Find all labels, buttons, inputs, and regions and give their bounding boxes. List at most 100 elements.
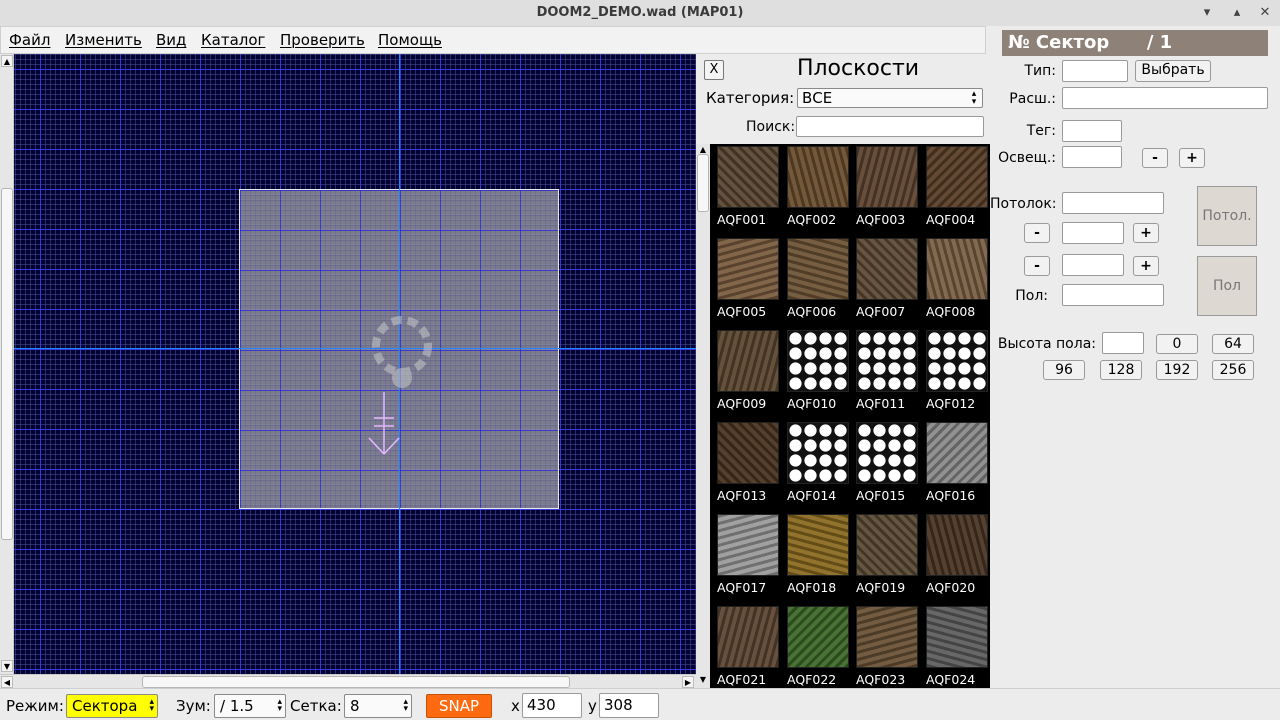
flat-texture-thumbnail	[717, 606, 779, 668]
flat-texture-thumbnail	[856, 422, 918, 484]
flat-item[interactable]: AQF007	[856, 238, 918, 322]
height-preset-128-button[interactable]: 128	[1100, 360, 1142, 380]
flat-name: AQF022	[787, 672, 837, 687]
flat-name: AQF011	[856, 396, 906, 411]
flat-item[interactable]: AQF001	[717, 146, 779, 230]
map-hscroll-thumb[interactable]	[142, 676, 570, 688]
flat-item[interactable]: AQF016	[926, 422, 988, 506]
flat-name: AQF002	[787, 212, 837, 227]
flat-item[interactable]: AQF009	[717, 330, 779, 414]
floor-texture-preview[interactable]: Пол	[1197, 256, 1257, 316]
flat-item[interactable]: AQF012	[926, 330, 988, 414]
y-label: y	[588, 697, 597, 715]
flats-scrollbar[interactable]: ▲ ▼	[696, 144, 710, 688]
menu-bar: Файл Изменить Вид Каталог Проверить Помо…	[0, 26, 986, 54]
flat-item[interactable]: AQF004	[926, 146, 988, 230]
map-vscroll-thumb[interactable]	[1, 188, 13, 540]
flats-scroll-thumb[interactable]	[697, 154, 709, 212]
menu-file[interactable]: Файл	[9, 31, 50, 49]
flat-item[interactable]: AQF018	[787, 514, 849, 598]
category-value: ВСЕ	[802, 89, 833, 107]
flat-item[interactable]: AQF019	[856, 514, 918, 598]
y-coordinate-field[interactable]: 308	[599, 693, 659, 718]
map-vertical-scrollbar[interactable]: ▲ ▼	[0, 54, 14, 674]
ceiling-height-input[interactable]	[1062, 222, 1124, 244]
grid-select[interactable]: 8 ▴ ▾	[344, 694, 412, 718]
flat-item[interactable]: AQF023	[856, 606, 918, 688]
ceiling-minus-button[interactable]: -	[1024, 223, 1050, 243]
height-preset-256-button[interactable]: 256	[1212, 360, 1254, 380]
map-canvas[interactable]	[14, 54, 696, 674]
close-icon[interactable]: ✕	[1256, 4, 1274, 22]
flat-item[interactable]: AQF008	[926, 238, 988, 322]
flat-name: AQF001	[717, 212, 767, 227]
flat-item[interactable]: AQF022	[787, 606, 849, 688]
scroll-down-icon[interactable]: ▼	[697, 674, 709, 686]
light-input[interactable]	[1062, 146, 1122, 168]
thing-marker-icon[interactable]	[362, 306, 442, 406]
tag-input[interactable]	[1062, 120, 1122, 142]
scroll-right-icon[interactable]: ▶	[682, 676, 694, 688]
flat-texture-thumbnail	[856, 146, 918, 208]
menu-help[interactable]: Помощь	[378, 31, 442, 49]
menu-view[interactable]: Вид	[156, 31, 186, 49]
flat-item[interactable]: AQF014	[787, 422, 849, 506]
height-preset-192-button[interactable]: 192	[1156, 360, 1198, 380]
sector-panel: № Сектор / 1 Тип: Выбрать Расш.: Тег: Ос…	[990, 26, 1280, 688]
ceiling-texture-preview[interactable]: Потол.	[1197, 186, 1257, 246]
type-input[interactable]	[1062, 60, 1128, 82]
light-minus-button[interactable]: -	[1142, 148, 1168, 168]
mode-select[interactable]: Сектора ▴ ▾	[66, 694, 158, 718]
flat-name: AQF015	[856, 488, 906, 503]
ceiling-label: Потолок:	[990, 196, 1057, 212]
flat-item[interactable]: AQF011	[856, 330, 918, 414]
snap-button[interactable]: SNAP	[426, 694, 492, 718]
title-bar: DOOM2_DEMO.wad (MAP01) ▾ ▴ ✕	[0, 0, 1280, 26]
menu-edit[interactable]: Изменить	[65, 31, 142, 49]
map-axis-horizontal	[14, 348, 696, 349]
flat-item[interactable]: AQF013	[717, 422, 779, 506]
floor-height-input[interactable]	[1062, 254, 1124, 276]
category-select[interactable]: ВСЕ ▴ ▾	[797, 88, 983, 108]
search-input[interactable]	[796, 116, 984, 137]
flat-item[interactable]: AQF020	[926, 514, 988, 598]
scroll-left-icon[interactable]: ◀	[1, 676, 13, 688]
floor-plus-button[interactable]: +	[1133, 256, 1159, 276]
select-arrows-icon: ▴ ▾	[149, 697, 154, 714]
minimize-icon[interactable]: ▾	[1198, 4, 1216, 22]
height-preset-64-button[interactable]: 64	[1212, 334, 1254, 354]
flat-item[interactable]: AQF017	[717, 514, 779, 598]
scroll-down-icon[interactable]: ▼	[1, 660, 13, 672]
floor-minus-button[interactable]: -	[1024, 256, 1050, 276]
maximize-icon[interactable]: ▴	[1228, 4, 1246, 22]
floor-texture-input[interactable]	[1062, 284, 1164, 306]
scroll-up-icon[interactable]: ▲	[1, 55, 13, 67]
x-coordinate-field[interactable]: 430	[522, 693, 582, 718]
flat-item[interactable]: AQF010	[787, 330, 849, 414]
flat-name: AQF017	[717, 580, 767, 595]
height-preset-0-button[interactable]: 0	[1156, 334, 1198, 354]
menu-check[interactable]: Проверить	[280, 31, 365, 49]
flat-item[interactable]: AQF005	[717, 238, 779, 322]
player-start-icon[interactable]	[368, 392, 400, 458]
flat-item[interactable]: AQF024	[926, 606, 988, 688]
light-plus-button[interactable]: +	[1179, 148, 1205, 168]
ceiling-plus-button[interactable]: +	[1133, 223, 1159, 243]
ceiling-texture-input[interactable]	[1062, 192, 1164, 214]
flat-item[interactable]: AQF003	[856, 146, 918, 230]
floor-height-value-input[interactable]	[1102, 332, 1144, 354]
flat-texture-thumbnail	[787, 606, 849, 668]
zoom-select[interactable]: / 1.5 ▴ ▾	[214, 694, 286, 718]
height-preset-96-button[interactable]: 96	[1043, 360, 1085, 380]
flat-item[interactable]: AQF002	[787, 146, 849, 230]
flat-texture-thumbnail	[856, 238, 918, 300]
choose-type-button[interactable]: Выбрать	[1135, 60, 1211, 82]
ext-input[interactable]	[1062, 87, 1268, 109]
flat-item[interactable]: AQF006	[787, 238, 849, 322]
menu-catalog[interactable]: Каталог	[201, 31, 265, 49]
flat-name: AQF008	[926, 304, 976, 319]
flat-item[interactable]: AQF021	[717, 606, 779, 688]
flats-panel: X Плоскости Категория: ВСЕ ▴ ▾ Поиск: ▲ ▼…	[696, 54, 990, 688]
flat-item[interactable]: AQF015	[856, 422, 918, 506]
map-horizontal-scrollbar[interactable]: ◀ ▶	[0, 674, 696, 688]
